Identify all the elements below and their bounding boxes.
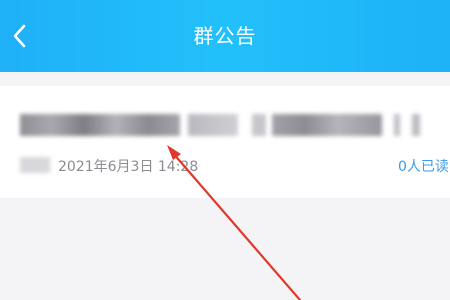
read-count-link[interactable]: 0人已读 bbox=[398, 156, 450, 176]
blurred-text-segment bbox=[188, 114, 238, 136]
blurred-text-segment bbox=[20, 114, 180, 136]
page-title: 群公告 bbox=[193, 24, 257, 48]
announcement-meta: 2021年6月3日 14:28 0人已读 bbox=[20, 154, 450, 176]
blurred-text-segment bbox=[412, 114, 420, 136]
author-name-blurred bbox=[20, 157, 50, 173]
post-timestamp: 2021年6月3日 14:28 bbox=[58, 159, 199, 175]
blurred-text-segment bbox=[394, 114, 400, 136]
top-bar: 群公告 bbox=[0, 0, 450, 72]
blurred-text-segment bbox=[272, 114, 382, 136]
announcement-card[interactable]: 2021年6月3日 14:28 0人已读 bbox=[0, 86, 450, 198]
blurred-text-segment bbox=[252, 114, 266, 136]
announcement-content-blurred bbox=[20, 114, 420, 136]
